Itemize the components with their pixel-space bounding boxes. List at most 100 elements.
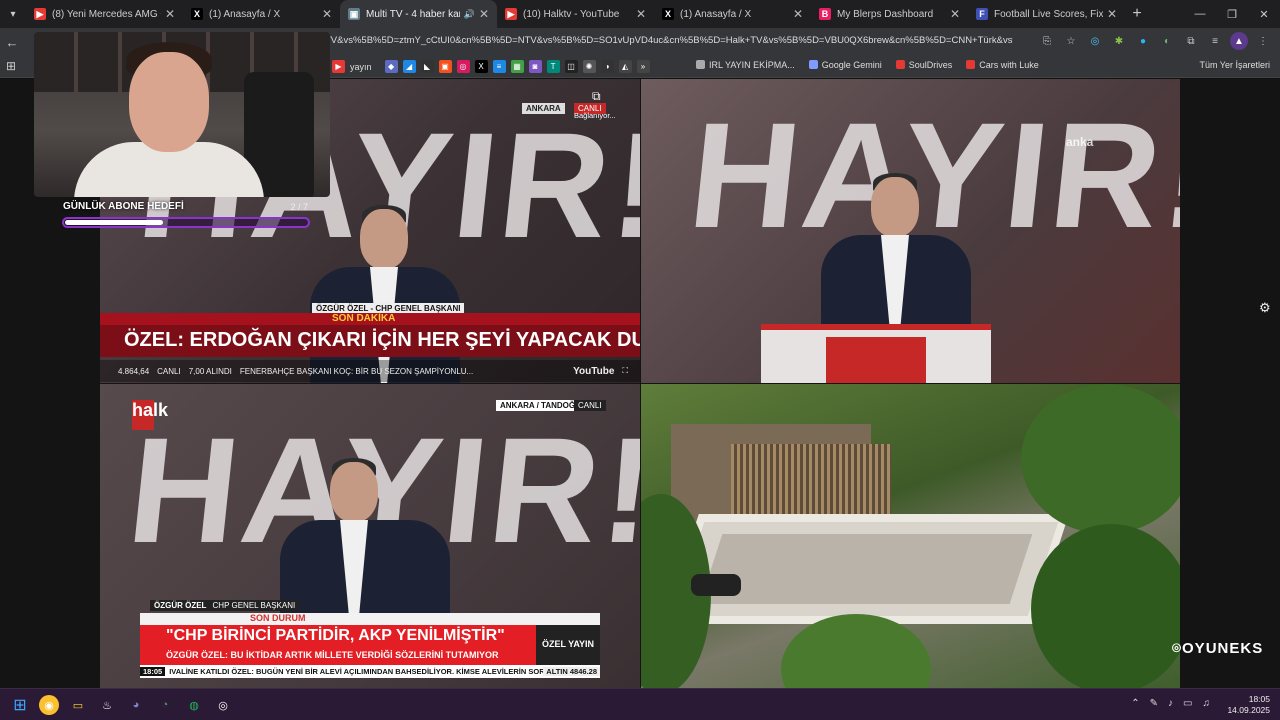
bookmark-label: Cars with Luke (979, 60, 1039, 70)
close-window-button[interactable]: ✕ (1248, 0, 1280, 28)
restore-button[interactable]: ❐ (1216, 0, 1248, 28)
microphone-icon[interactable]: ♪ (1168, 698, 1173, 709)
tab-favicon-icon: F (976, 8, 988, 20)
x-icon[interactable]: X (474, 60, 488, 73)
bookmark-folder[interactable]: IRL YAYIN EKİPMA... (696, 60, 795, 70)
back-button[interactable]: ← (0, 35, 24, 50)
display-icon[interactable]: ▭ (1183, 698, 1192, 709)
video-panel-2[interactable]: HAYIR! anka (641, 79, 1180, 383)
bookmark-star-icon[interactable]: ☆ (1062, 32, 1080, 50)
bookmark-label: Google Gemini (821, 60, 882, 70)
new-tab-button[interactable]: + (1125, 5, 1149, 23)
close-tab-icon[interactable]: ✕ (950, 7, 960, 21)
tree (1031, 524, 1180, 688)
bookmark-icon[interactable]: ▣ (438, 60, 452, 73)
speaker-name: ÖZGÜR ÖZEL (154, 601, 207, 610)
install-app-icon[interactable]: ⎘ (1038, 32, 1056, 50)
taskbar-clock[interactable]: 18:05 14.09.2025 (1227, 694, 1270, 716)
instagram-icon[interactable]: ◎ (456, 60, 470, 73)
ticker-value: 4.864,64 (118, 366, 150, 376)
extension-icon[interactable]: ✱ (1110, 32, 1128, 50)
copy-icon[interactable]: ⧉ (592, 89, 601, 104)
clock-time: 18:05 (1248, 694, 1270, 704)
ticker-bar: 18:05 IVALİNE KATILDI ÖZEL: BUGÜN YENİ B… (140, 665, 600, 678)
steam-icon[interactable]: ♨ (97, 695, 117, 715)
docs-icon[interactable]: ≡ (492, 60, 506, 73)
bookmark-icon[interactable]: ✺ (582, 60, 596, 73)
tt-icon[interactable]: T (546, 60, 560, 73)
windows-start-icon[interactable]: ⊞ (10, 695, 30, 715)
whatsapp-icon[interactable]: ◔ (155, 695, 175, 715)
chevron-up-icon[interactable]: ⌃ (1131, 698, 1139, 709)
ticker-item: 7,00 ALINDI (188, 366, 232, 376)
browser-tab[interactable]: X (1) Anasayfa / X ✕ (183, 0, 340, 28)
close-tab-icon[interactable]: ✕ (479, 7, 489, 21)
tab-title: (8) Yeni Mercedes AMG GT 63 S (52, 8, 161, 20)
all-bookmarks[interactable]: Tüm Yer İşaretleri (1199, 60, 1270, 70)
browser-tab[interactable]: ▣ Multi TV - 4 haber kanalını 🔊 ✕ (340, 0, 497, 28)
close-tab-icon[interactable]: ✕ (1107, 7, 1117, 21)
bookmark-label[interactable]: yayın (350, 62, 372, 72)
tab-favicon-icon: X (191, 8, 203, 20)
sub-headline: ÖZGÜR ÖZEL: BU İKTİDAR ARTIK MİLLETE VER… (140, 646, 536, 665)
browser-tab[interactable]: ▶ (10) Halktv - YouTube ✕ (497, 0, 654, 28)
minimize-button[interactable]: — (1184, 0, 1216, 28)
video-panel-4[interactable] (641, 384, 1180, 688)
file-explorer-icon[interactable]: ▭ (68, 695, 88, 715)
twitch-icon[interactable]: ◙ (528, 60, 542, 73)
goal-title: GÜNLÜK ABONE HEDEFİ (63, 201, 184, 212)
villa-roof-inner (699, 534, 1033, 604)
browser-tab[interactable]: B My Blerps Dashboard ✕ (811, 0, 968, 28)
browser-tab[interactable]: F Football Live Scores, Fixtures & ✕ (968, 0, 1125, 28)
bookmark-item[interactable]: SoulDrives (895, 60, 953, 70)
pen-icon[interactable]: ✎ (1150, 698, 1158, 709)
bookmark-label: SoulDrives (908, 60, 953, 70)
browser-tab[interactable]: ▶ (8) Yeni Mercedes AMG GT 63 S ✕ (26, 0, 183, 28)
bookmark-icon[interactable]: ◆ (384, 60, 398, 73)
obs-icon[interactable]: ◎ (213, 695, 233, 715)
headline: "CHP BİRİNCİ PARTİDİR, AKP YENİLMİŞTİR" (140, 625, 536, 646)
volume-icon[interactable]: ♫ (1203, 698, 1211, 709)
extension-icon[interactable]: ● (1134, 32, 1152, 50)
speaker-title: CHP GENEL BAŞKANI (212, 601, 296, 610)
close-tab-icon[interactable]: ✕ (322, 7, 332, 21)
location-chip: ANKARA (522, 103, 565, 114)
puzzle-icon[interactable]: ⧉ (1182, 32, 1200, 50)
extension-icon[interactable]: ◎ (1086, 32, 1104, 50)
media-icon[interactable]: ≡ (1206, 32, 1224, 50)
youtube-logo[interactable]: YouTube (573, 366, 614, 377)
chrome-icon[interactable]: ◉ (39, 695, 59, 715)
close-tab-icon[interactable]: ✕ (636, 7, 646, 21)
close-tab-icon[interactable]: ✕ (793, 7, 803, 21)
youtube-icon[interactable]: ▶ (332, 60, 345, 73)
profile-avatar[interactable]: ▲ (1230, 32, 1248, 50)
menu-icon[interactable]: ⋮ (1254, 32, 1272, 50)
system-tray: ⌃ ✎ ♪ ▭ ♫ (1131, 698, 1210, 709)
bookmark-item[interactable]: Cars with Luke (966, 60, 1039, 70)
close-tab-icon[interactable]: ✕ (165, 7, 175, 21)
window-controls: — ❐ ✕ (1184, 0, 1280, 28)
spotify-icon[interactable]: ◍ (184, 695, 204, 715)
bookmark-icon[interactable]: ◣ (420, 60, 434, 73)
bookmark-icon[interactable]: ◢ (402, 60, 416, 73)
more-icon[interactable]: » (636, 60, 650, 73)
address-bar[interactable]: TV&vs%5B%5D=ztmY_cCtUI0&cn%5B%5D=NTV&vs%… (325, 35, 1013, 46)
video-panel-3[interactable]: HAYIR! halk ANKARA / TANDOĞAN CANLI ÖZGÜ… (100, 384, 640, 688)
band-label: SON DURUM (140, 613, 600, 625)
extension-icon[interactable]: ◐ (1158, 32, 1176, 50)
audio-icon[interactable]: 🔊 (464, 9, 475, 20)
goal-progress-bar (62, 217, 310, 228)
bookmark-icon[interactable]: ◑ (600, 60, 614, 73)
browser-tab[interactable]: X (1) Anasayfa / X ✕ (654, 0, 811, 28)
bookmark-icon[interactable]: ◭ (618, 60, 632, 73)
discord-icon[interactable]: ◕ (126, 695, 146, 715)
bookmark-icon[interactable]: ◫ (564, 60, 578, 73)
ticker-item: FENERBAHÇE BAŞKANI KOÇ: BİR BU SEZON ŞAM… (239, 366, 474, 376)
taskbar: ⊞ ◉ ▭ ♨ ◕ ◔ ◍ ◎ ⌃ ✎ ♪ ▭ ♫ 18:05 14.09.20… (0, 688, 1280, 720)
sheets-icon[interactable]: ▦ (510, 60, 524, 73)
settings-gear-icon[interactable]: ⚙ (1259, 300, 1271, 316)
tab-search-button[interactable]: ▾ (0, 0, 26, 28)
bookmark-item[interactable]: Google Gemini (808, 60, 882, 70)
apps-grid-icon[interactable]: ⊞ (6, 59, 16, 73)
fullscreen-icon[interactable]: ⛶ (622, 366, 628, 376)
